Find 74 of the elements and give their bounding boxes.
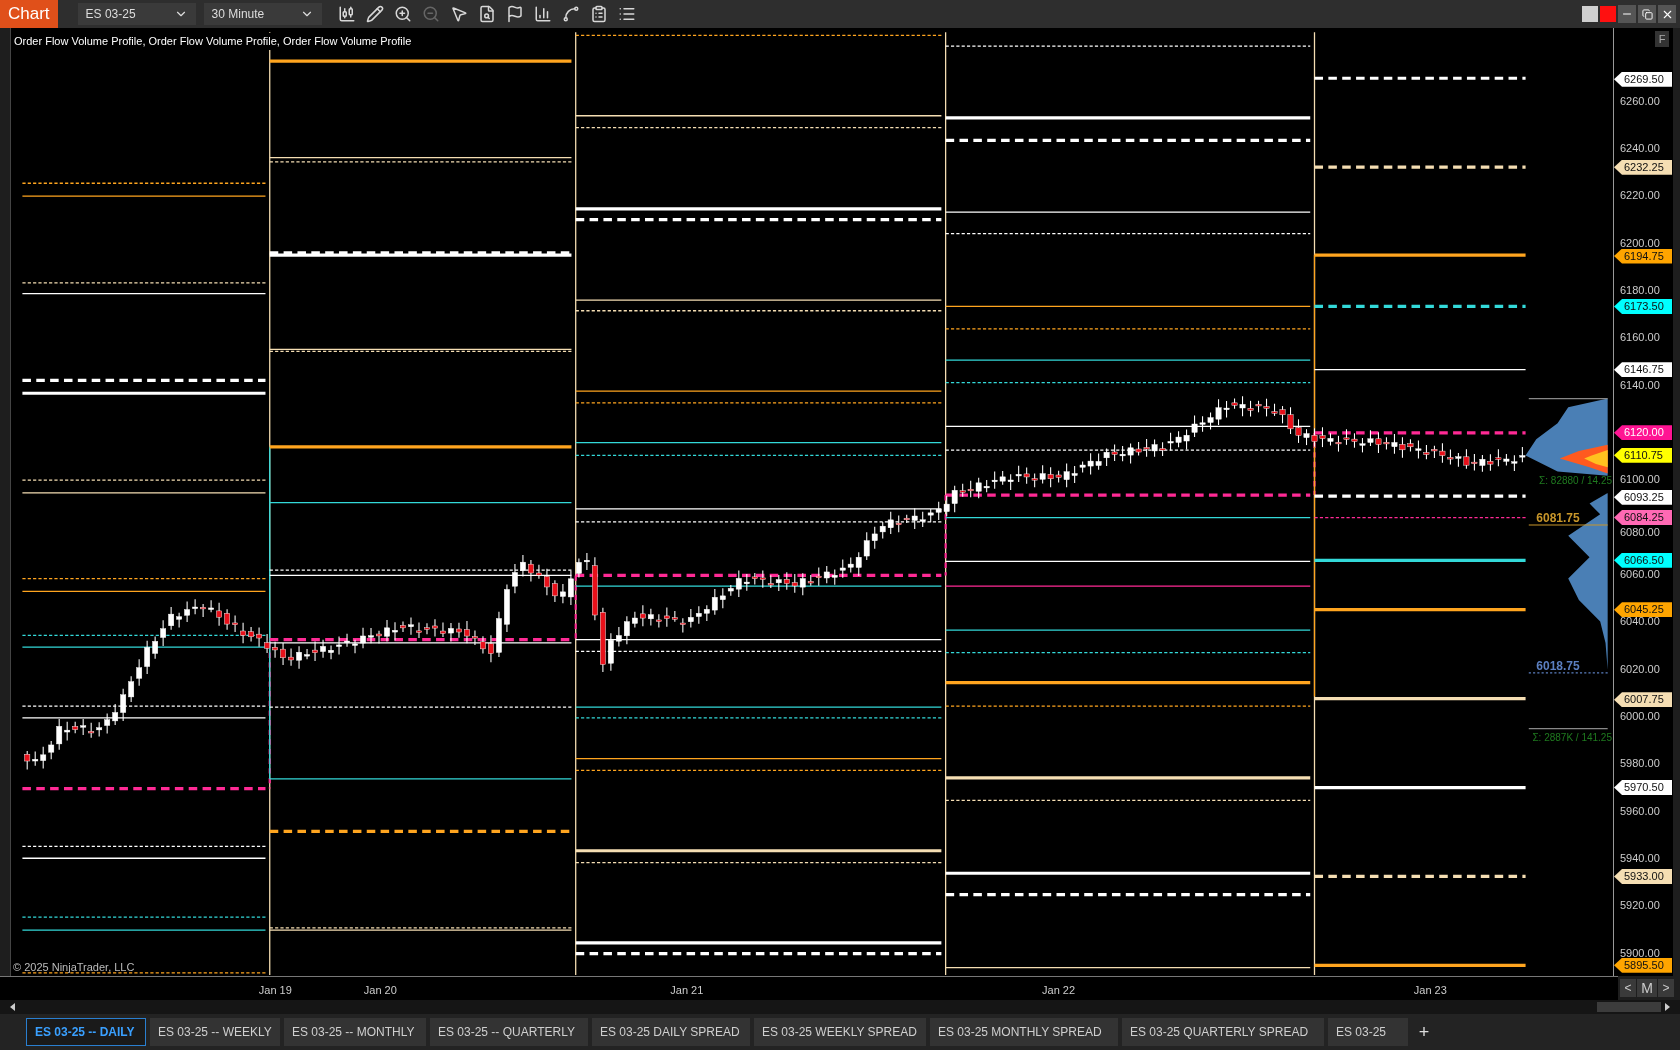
price-tick: 6180.00 (1620, 285, 1660, 297)
price-tag: 5933.00 (1614, 868, 1672, 884)
price-tag: 6232.25 (1614, 159, 1672, 175)
chart-tab[interactable]: ES 03-25 -- DAILY (26, 1018, 146, 1046)
bar-chart-icon[interactable] (533, 5, 552, 23)
clipboard-icon[interactable] (589, 5, 608, 23)
date-label: Jan 22 (1042, 983, 1076, 998)
add-tab-button[interactable]: + (1412, 1020, 1436, 1044)
price-tag: 5895.50 (1614, 957, 1672, 973)
list-icon[interactable] (617, 5, 636, 23)
scroll-nav-button[interactable]: < (1620, 979, 1636, 997)
price-tag: 6066.50 (1614, 552, 1672, 568)
price-tag: 6173.50 (1614, 298, 1672, 314)
interval-dropdown[interactable]: 30 Minute (203, 3, 322, 25)
f-button[interactable]: F (1655, 31, 1669, 47)
price-tick: 6140.00 (1620, 379, 1660, 391)
price-tag: 6110.75 (1614, 447, 1672, 463)
price-tick: 5900.00 (1620, 947, 1660, 959)
price-tag: 5970.50 (1614, 780, 1672, 795)
pointer-icon[interactable] (449, 5, 468, 23)
line-chart-icon[interactable] (561, 5, 580, 23)
restore-icon[interactable] (1641, 8, 1653, 20)
date-label: Jan 23 (1413, 983, 1447, 998)
price-tick: 6100.00 (1620, 474, 1660, 486)
document-search-icon[interactable] (477, 5, 496, 23)
profile-label: Σ: 2887K / 141.25 (1532, 733, 1612, 744)
date-label: Jan 21 (670, 983, 704, 998)
price-tick: 6000.00 (1620, 710, 1660, 722)
price-tick: 6240.00 (1620, 143, 1660, 155)
scroll-nav-button[interactable]: > (1658, 979, 1674, 997)
price-tick: 5980.00 (1620, 758, 1660, 770)
copyright-text: © 2025 NinjaTrader, LLC (13, 960, 135, 975)
zoom-out-icon[interactable] (421, 5, 440, 23)
profile-label: 6081.75 (1536, 511, 1580, 524)
price-tick: 6040.00 (1620, 616, 1660, 628)
chart-tab[interactable]: ES 03-25 MONTHLY SPREAD (930, 1018, 1118, 1046)
price-tick: 6020.00 (1620, 663, 1660, 675)
price-tick: 5960.00 (1620, 805, 1660, 817)
date-label: Jan 19 (258, 983, 292, 998)
price-tick: 5940.00 (1620, 852, 1660, 864)
flag-icon[interactable] (505, 5, 524, 23)
chart-tab[interactable]: ES 03-25 -- WEEKLY (150, 1018, 280, 1046)
window-title: Chart (0, 0, 58, 28)
chart-tab[interactable]: ES 03-25 -- MONTHLY (284, 1018, 426, 1046)
price-tick: 5920.00 (1620, 900, 1660, 912)
price-tag: 6269.50 (1614, 71, 1672, 87)
chart-tab[interactable]: ES 03-25 WEEKLY SPREAD (754, 1018, 926, 1046)
indicator-label: Order Flow Volume Profile, Order Flow Volume Profile, Order Flow Volume Profile (14, 33, 412, 50)
price-tag: 6093.25 (1614, 489, 1672, 505)
price-tag: 6146.75 (1614, 362, 1672, 378)
price-tag: 6194.75 (1614, 248, 1672, 264)
price-tick: 6220.00 (1620, 190, 1660, 202)
price-tag: 6084.25 (1614, 510, 1672, 525)
price-tick: 6260.00 (1620, 95, 1660, 107)
date-label: Jan 20 (363, 983, 397, 998)
zoom-in-icon[interactable] (393, 5, 412, 23)
scrollbar-thumb[interactable] (1597, 1002, 1661, 1012)
price-tag: 6007.75 (1614, 692, 1672, 708)
scale-mode-button[interactable]: M (1637, 979, 1657, 997)
price-tag: 6120.00 (1614, 425, 1672, 441)
candlestick-icon[interactable] (337, 5, 356, 23)
chart-tab[interactable]: ES 03-25 QUARTERLY SPREAD (1122, 1018, 1324, 1046)
profile-label: 6018.75 (1536, 660, 1580, 673)
price-tick: 6060.00 (1620, 569, 1660, 580)
price-tick: 6080.00 (1620, 526, 1660, 538)
price-tag: 6045.25 (1614, 602, 1672, 618)
chart-tab[interactable]: ES 03-25 DAILY SPREAD (592, 1018, 750, 1046)
profile-label: Σ: 82880 / 14.25 (1539, 476, 1612, 487)
pencil-icon[interactable] (365, 5, 384, 23)
price-tick: 6160.00 (1620, 332, 1660, 344)
price-tick: 6200.00 (1620, 237, 1660, 249)
chart-tab[interactable]: ES 03-25 (1328, 1018, 1408, 1046)
instrument-dropdown[interactable]: ES 03-25 (77, 3, 196, 25)
chart-tab[interactable]: ES 03-25 -- QUARTERLY (430, 1018, 588, 1046)
